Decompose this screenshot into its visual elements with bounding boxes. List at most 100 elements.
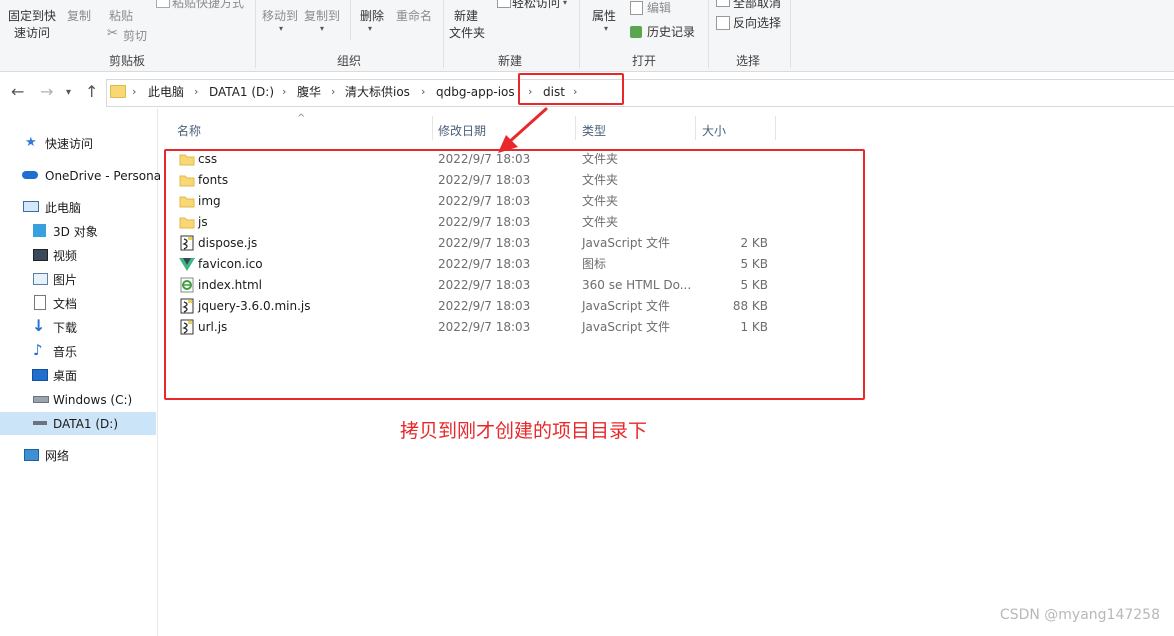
file-list-highlight-box: [164, 149, 865, 400]
folder-icon: [110, 85, 126, 98]
open-group-label: 打开: [632, 54, 657, 68]
document-icon: [34, 295, 46, 310]
column-divider[interactable]: [695, 116, 696, 140]
invert-selection-icon: [716, 16, 730, 30]
chevron-down-icon: ▾: [563, 0, 568, 7]
nav-label: 快速访问: [45, 137, 94, 151]
copy-to-button[interactable]: 复制到: [304, 8, 340, 24]
move-to-button[interactable]: 移动到: [262, 8, 298, 24]
cloud-icon: [22, 171, 38, 179]
recent-locations-button[interactable]: ▾: [66, 83, 71, 103]
select-group-label: 选择: [736, 54, 761, 68]
chevron-down-icon: ▾: [279, 24, 284, 33]
properties-button[interactable]: 属性: [592, 8, 616, 24]
nav-label: DATA1 (D:): [53, 417, 119, 431]
nav-item-network[interactable]: 网络: [0, 445, 156, 467]
nav-item-3d-objects[interactable]: 3D 对象: [0, 221, 156, 243]
chevron-right-icon[interactable]: ›: [194, 84, 198, 100]
nav-item-videos[interactable]: 视频: [0, 245, 156, 267]
column-divider[interactable]: [775, 116, 776, 140]
annotation-text: 拷贝到刚才创建的项目目录下: [400, 420, 648, 442]
ribbon: 固定到快 速访问 复制 粘贴 粘贴快捷方式 ✂ 剪切 剪贴板 移动到 ▾ 复制到…: [0, 0, 1174, 72]
easy-access-button[interactable]: 轻松访问: [512, 0, 560, 11]
chevron-right-icon[interactable]: ›: [421, 84, 425, 100]
breadcrumb-qdbg-app-ios[interactable]: qdbg-app-ios: [436, 84, 515, 100]
new-folder-label-2: 文件夹: [449, 26, 486, 40]
nav-item-documents[interactable]: 文档: [0, 293, 156, 315]
history-button[interactable]: 历史记录: [647, 24, 695, 40]
nav-label: 音乐: [53, 345, 78, 359]
drive-icon: [33, 421, 47, 425]
chevron-right-icon[interactable]: ›: [132, 84, 136, 100]
star-icon: ★: [25, 135, 37, 150]
chevron-right-icon[interactable]: ›: [331, 84, 335, 100]
chevron-right-icon[interactable]: ›: [282, 84, 286, 100]
nav-label: 文档: [53, 297, 78, 311]
nav-label: 网络: [45, 449, 70, 463]
chevron-down-icon: ▾: [320, 24, 325, 33]
breadcrumb-data1[interactable]: DATA1 (D:): [209, 84, 274, 100]
back-button[interactable]: ←: [11, 82, 24, 102]
ribbon-divider: [350, 0, 351, 40]
nav-label: OneDrive - Persona: [45, 169, 162, 183]
network-icon: [24, 449, 39, 461]
column-divider[interactable]: [432, 116, 433, 140]
ribbon-divider: [443, 0, 444, 68]
easy-access-icon: [497, 0, 511, 8]
chevron-down-icon: ▾: [604, 24, 609, 33]
annotation-arrow: [498, 107, 548, 153]
music-note-icon: ♪: [33, 341, 43, 359]
scissors-icon: ✂: [107, 26, 118, 41]
ribbon-divider: [708, 0, 709, 68]
up-button[interactable]: ↑: [85, 82, 98, 102]
invert-selection-button[interactable]: 反向选择: [733, 15, 781, 31]
watermark: CSDN @myang147258: [999, 607, 1160, 623]
nav-label: 3D 对象: [53, 225, 98, 239]
nav-item-onedrive[interactable]: OneDrive - Persona: [0, 165, 161, 187]
column-divider[interactable]: [575, 116, 576, 140]
nav-label: 此电脑: [45, 201, 82, 215]
nav-item-pictures[interactable]: 图片: [0, 269, 156, 291]
nav-item-data1-d[interactable]: DATA1 (D:): [0, 412, 156, 435]
nav-item-windows-c[interactable]: Windows (C:): [0, 389, 156, 411]
breadcrumb-fuhua[interactable]: 腹华: [297, 84, 321, 100]
cube-icon: [33, 224, 46, 237]
column-header-size[interactable]: 大小: [702, 122, 726, 139]
nav-label: Windows (C:): [53, 393, 133, 407]
desktop-icon: [32, 369, 48, 381]
breadcrumb-this-pc[interactable]: 此电脑: [148, 84, 184, 100]
column-header-type[interactable]: 类型: [582, 122, 606, 139]
copy-button[interactable]: 复制: [67, 8, 91, 24]
select-none-icon: [716, 0, 730, 7]
pin-quick-access-button[interactable]: 固定到快: [8, 8, 56, 24]
new-folder-button[interactable]: 新建: [454, 8, 478, 24]
paste-shortcut-icon: [156, 0, 170, 8]
delete-button[interactable]: 删除: [360, 8, 384, 24]
rename-button[interactable]: 重命名: [396, 8, 432, 24]
cut-button[interactable]: 剪切: [123, 28, 147, 44]
chevron-down-icon: ▾: [368, 24, 373, 33]
nav-item-this-pc[interactable]: 此电脑: [0, 197, 156, 219]
ribbon-divider: [579, 0, 580, 68]
clipboard-group-label: 剪贴板: [109, 54, 146, 68]
nav-label: 下载: [53, 321, 78, 335]
forward-button[interactable]: →: [40, 82, 53, 102]
paste-shortcut-button[interactable]: 粘贴快捷方式: [172, 0, 244, 11]
nav-item-quick-access[interactable]: ★ 快速访问: [0, 133, 156, 155]
breadcrumb-qingda[interactable]: 清大标供ios: [345, 84, 410, 100]
nav-item-music[interactable]: ♪ 音乐: [0, 341, 156, 363]
sort-ascending-icon: ^: [297, 113, 306, 124]
organize-group-label: 组织: [337, 54, 362, 68]
pin-quick-access-label-2: 速访问: [14, 26, 51, 40]
computer-icon: [23, 201, 39, 212]
picture-icon: [33, 273, 48, 285]
edit-button[interactable]: 编辑: [647, 0, 671, 16]
nav-item-desktop[interactable]: 桌面: [0, 365, 156, 387]
nav-item-downloads[interactable]: ↓ 下载: [0, 317, 156, 339]
nav-label: 图片: [53, 273, 78, 287]
paste-button[interactable]: 粘贴: [109, 8, 133, 24]
select-none-button[interactable]: 全部取消: [733, 0, 781, 11]
drive-icon: [33, 396, 49, 403]
column-header-name[interactable]: 名称: [177, 122, 201, 139]
column-header-modified[interactable]: 修改日期: [438, 122, 486, 139]
